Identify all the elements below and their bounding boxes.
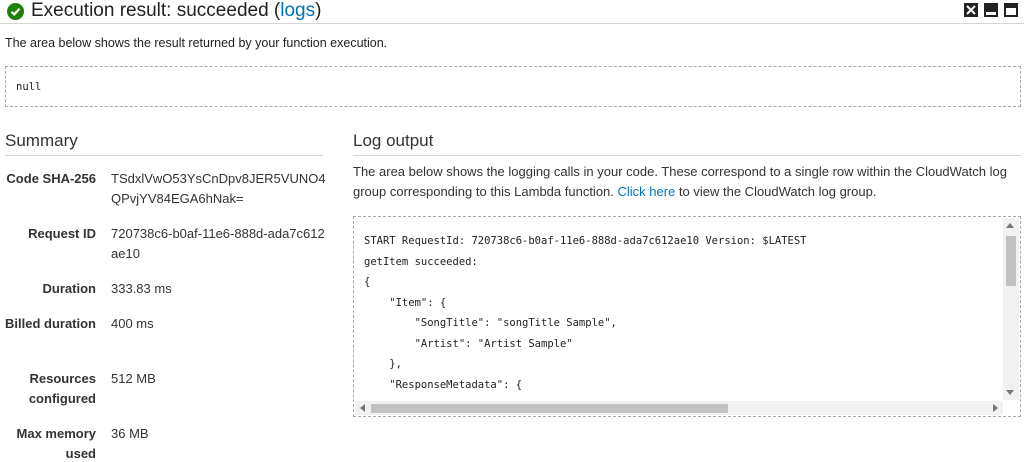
- vertical-scroll-thumb[interactable]: [1006, 236, 1016, 286]
- log-output-title: Log output: [353, 131, 434, 150]
- log-line: START RequestId: 720738c6-b0af-11e6-888d…: [364, 235, 807, 247]
- duration-label: Duration: [42, 281, 96, 296]
- result-output-box: null: [5, 66, 1021, 107]
- scroll-right-arrow-icon[interactable]: [993, 404, 998, 412]
- log-output-box[interactable]: START RequestId: 720738c6-b0af-11e6-888d…: [353, 216, 1021, 417]
- request-id-label: Request ID: [28, 226, 96, 241]
- request-id-value: 720738c6-b0af-11e6-888d-ada7c612ae10: [111, 226, 325, 261]
- log-line: {: [364, 276, 371, 288]
- scroll-down-arrow-icon[interactable]: [1006, 390, 1014, 395]
- title-suffix: ): [315, 0, 322, 21]
- title-prefix: Execution result: succeeded (: [31, 0, 281, 21]
- log-line: },: [364, 358, 402, 370]
- log-description-tail: to view the CloudWatch log group.: [675, 184, 877, 199]
- horizontal-scroll-thumb[interactable]: [371, 404, 728, 413]
- maximize-icon[interactable]: [1004, 3, 1018, 17]
- minimize-icon[interactable]: [984, 3, 998, 17]
- logs-link[interactable]: logs: [280, 0, 315, 21]
- log-line: "SongTitle": "songTitle Sample",: [364, 317, 617, 329]
- vertical-scrollbar[interactable]: [1003, 218, 1019, 400]
- result-description: The area below shows the result returned…: [5, 36, 388, 50]
- log-line: "Artist": "Artist Sample": [364, 337, 573, 350]
- scroll-up-arrow-icon[interactable]: [1006, 223, 1014, 228]
- cloudwatch-link[interactable]: Click here: [618, 184, 676, 199]
- resources-configured-label: Resources configured: [28, 371, 96, 406]
- log-output-divider: [353, 155, 1021, 156]
- code-sha-label: Code SHA-256: [6, 171, 96, 186]
- summary-divider: [5, 155, 323, 156]
- log-description: The area below shows the logging calls i…: [353, 162, 1023, 202]
- success-check-icon: [7, 3, 24, 20]
- resources-configured-value: 512 MB: [111, 371, 156, 386]
- log-line: getItem succeeded:: [364, 255, 478, 268]
- execution-result-title: Execution result: succeeded (logs): [31, 0, 321, 22]
- billed-duration-value: 400 ms: [111, 316, 154, 331]
- window-controls: [964, 3, 1018, 17]
- max-memory-used-value: 36 MB: [111, 426, 149, 441]
- log-line: "Item": {: [364, 296, 447, 309]
- duration-value: 333.83 ms: [111, 281, 172, 296]
- max-memory-used-label: Max memory used: [16, 426, 96, 461]
- scroll-left-arrow-icon[interactable]: [360, 404, 365, 412]
- code-sha-value: TSdxlVwO53YsCnDpv8JER5VUNO4QPvjYV84EGA6h…: [111, 171, 326, 206]
- log-line: "ResponseMetadata": {: [364, 378, 523, 391]
- summary-title: Summary: [5, 131, 78, 150]
- result-value: null: [16, 81, 42, 93]
- billed-duration-label: Billed duration: [5, 316, 96, 331]
- horizontal-scrollbar[interactable]: [355, 401, 1003, 415]
- log-content: START RequestId: 720738c6-b0af-11e6-888d…: [364, 231, 1000, 401]
- close-icon[interactable]: [964, 3, 978, 17]
- result-header: Execution result: succeeded (logs): [0, 0, 1024, 24]
